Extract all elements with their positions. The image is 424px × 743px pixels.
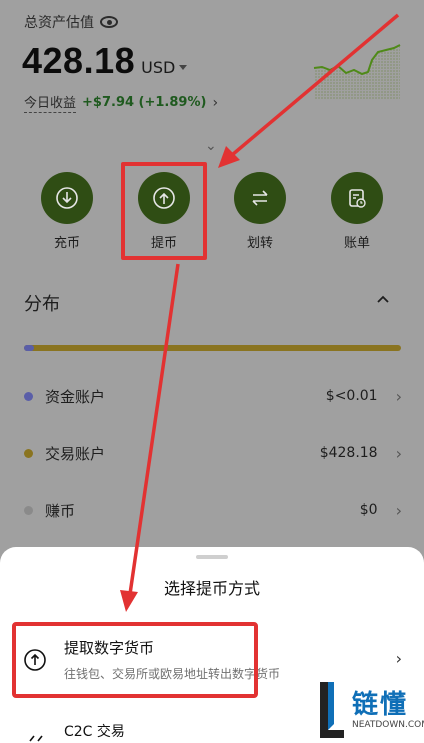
account-row-earn[interactable]: 赚币 $0 › (24, 498, 402, 522)
sparkline-chart (313, 44, 401, 100)
total-assets-text: 总资产估值 (24, 15, 94, 31)
account-row-trading[interactable]: 交易账户 $428.18 › (24, 441, 402, 465)
account-value: $428.18 (319, 445, 378, 461)
asset-overview-page: 总资产估值 428.18 USD 今日收益 +$7.94 (+1.89%) › … (0, 0, 424, 743)
today-pnl-value: +$7.94 (+1.89%) (82, 95, 207, 110)
c2c-option-title[interactable]: C2C 交易 (64, 721, 125, 741)
transfer-icon-circle (234, 172, 286, 224)
account-name: 资金账户 (45, 387, 106, 406)
currency-selector[interactable]: USD (141, 58, 188, 77)
deposit-button[interactable]: 充币 (32, 172, 102, 251)
distribution-bar (24, 345, 401, 351)
watermark-brand: 链懂 (352, 690, 409, 720)
account-value: $<0.01 (325, 388, 378, 404)
c2c-icon (29, 735, 43, 742)
currency-label: USD (141, 58, 176, 77)
chevron-right-icon: › (395, 443, 402, 463)
deposit-icon (56, 187, 78, 209)
withdraw-highlight-box (121, 162, 207, 260)
chevron-right-icon: › (395, 386, 402, 406)
trading-dot (24, 448, 33, 458)
collapse-chevron-icon[interactable] (376, 292, 390, 306)
account-name: 赚币 (45, 501, 76, 520)
sheet-handle[interactable] (196, 555, 228, 559)
arrow-head-top (218, 146, 240, 168)
watermark-site: NEATDOWN.COM (352, 720, 424, 730)
option-highlight-box (12, 622, 258, 698)
bill-button[interactable]: 账单 (322, 172, 392, 251)
watermark-l-icon (320, 682, 344, 738)
chevron-right-icon: › (212, 94, 219, 111)
chevron-right-icon: › (395, 500, 402, 520)
expand-chevron-icon[interactable]: ⌄ (205, 138, 217, 154)
account-name: 交易账户 (45, 444, 106, 463)
today-pnl[interactable]: 今日收益 +$7.94 (+1.89%) › (24, 92, 218, 113)
watermark-logo: 链懂 NEATDOWN.COM (312, 676, 424, 743)
earn-dot (24, 505, 33, 515)
chevron-right-icon: › (395, 649, 402, 668)
distribution-bar-funding (24, 345, 34, 351)
transfer-button[interactable]: 划转 (225, 172, 295, 251)
bill-label: 账单 (343, 236, 370, 251)
sheet-title: 选择提币方式 (163, 579, 260, 598)
account-row-funding[interactable]: 资金账户 $<0.01 › (24, 384, 402, 408)
deposit-icon-circle (41, 172, 93, 224)
action-bar: 充币 提币 划转 账单 (0, 172, 424, 252)
deposit-label: 充币 (53, 236, 80, 251)
funding-dot (24, 391, 33, 401)
distribution-title: 分布 (24, 294, 60, 315)
eye-icon[interactable] (100, 16, 118, 28)
arrow-line-bottom (128, 263, 180, 595)
today-pnl-label: 今日收益 (24, 92, 77, 113)
bill-icon (349, 189, 366, 208)
transfer-label: 划转 (246, 236, 273, 251)
balance-amount: 428.18 (22, 40, 136, 81)
transfer-icon (252, 190, 268, 206)
caret-down-icon (179, 65, 188, 70)
balance-display: 428.18 USD (22, 40, 188, 82)
bill-icon-circle (331, 172, 383, 224)
account-value: $0 (359, 502, 378, 518)
total-assets-label: 总资产估值 (24, 12, 118, 32)
